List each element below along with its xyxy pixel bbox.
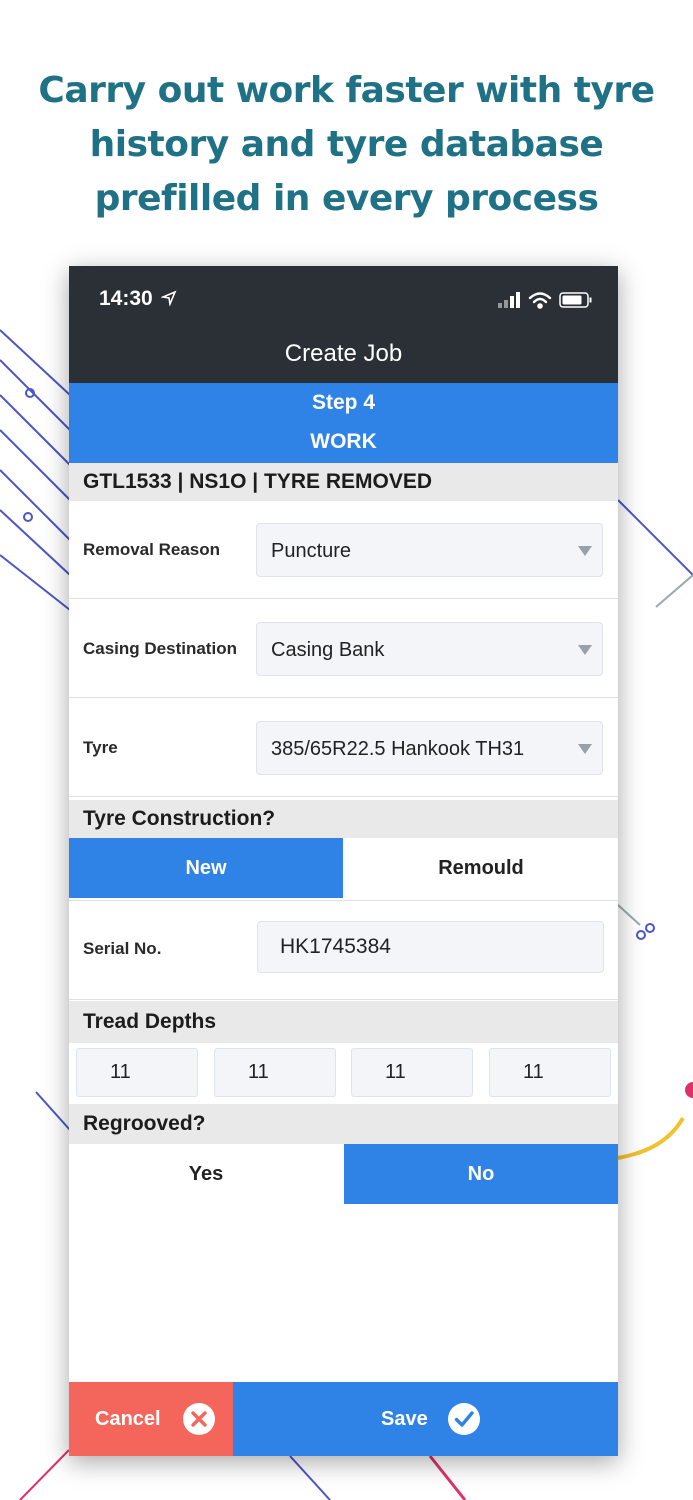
- casing-destination-label: Casing Destination: [83, 639, 237, 658]
- tread-depth-input-4[interactable]: 11: [489, 1048, 611, 1097]
- removal-reason-row: Removal Reason Puncture: [69, 501, 618, 599]
- job-header: GTL1533 | NS1O | TYRE REMOVED: [69, 463, 618, 501]
- tyre-construction-toggle: New Remould: [69, 838, 618, 898]
- regrooved-yes-button[interactable]: Yes: [69, 1144, 343, 1204]
- nav-bar: Create Job: [69, 332, 618, 384]
- construction-remould-button[interactable]: Remould: [344, 838, 618, 898]
- save-label: Save: [381, 1408, 428, 1430]
- status-icons: [498, 292, 592, 309]
- step-indicator: Step 4 WORK: [69, 383, 618, 463]
- removal-reason-label: Removal Reason: [83, 540, 220, 559]
- tyre-row: Tyre 385/65R22.5 Hankook TH31: [69, 699, 618, 797]
- casing-destination-select[interactable]: Casing Bank: [256, 622, 603, 676]
- removal-reason-value: Puncture: [271, 540, 352, 562]
- tyre-label: Tyre: [83, 738, 118, 757]
- casing-destination-value: Casing Bank: [271, 639, 385, 661]
- headline-line-2: history and tyre database: [89, 124, 604, 165]
- cancel-button[interactable]: Cancel: [69, 1382, 233, 1456]
- tread-depths-row: 11 11 11 11: [69, 1043, 618, 1103]
- status-bar: 14:30: [69, 266, 618, 332]
- cellular-signal-icon: [498, 292, 520, 308]
- tyre-select[interactable]: 385/65R22.5 Hankook TH31: [256, 721, 603, 775]
- cancel-label: Cancel: [95, 1408, 161, 1430]
- page-title: Create Job: [284, 340, 403, 367]
- dropdown-caret-icon: [578, 645, 592, 655]
- save-button[interactable]: Save: [233, 1382, 618, 1456]
- serial-input[interactable]: HK1745384: [257, 921, 604, 973]
- headline-line-3: prefilled in every process: [94, 178, 599, 219]
- tread-depth-input-1[interactable]: 11: [76, 1048, 198, 1097]
- headline-line-1: Carry out work faster with tyre: [38, 70, 655, 111]
- close-circle-icon: [183, 1403, 215, 1435]
- location-arrow-icon: [161, 290, 177, 306]
- phone-screen: 14:30 Create Job Step 4 WORK GTL1533 | N…: [69, 266, 618, 1456]
- construction-new-button[interactable]: New: [69, 838, 343, 898]
- dropdown-caret-icon: [578, 744, 592, 754]
- tyre-construction-heading: Tyre Construction?: [69, 800, 618, 838]
- tread-depths-heading: Tread Depths: [69, 1001, 618, 1043]
- regrooved-heading: Regrooved?: [69, 1104, 618, 1144]
- check-circle-icon: [448, 1403, 480, 1435]
- dropdown-caret-icon: [578, 546, 592, 556]
- status-time: 14:30: [99, 287, 153, 310]
- regrooved-no-button[interactable]: No: [344, 1144, 618, 1204]
- wifi-icon: [528, 292, 552, 309]
- tread-depth-input-3[interactable]: 11: [351, 1048, 473, 1097]
- battery-icon: [559, 292, 592, 308]
- footer-actions: Cancel Save: [69, 1382, 618, 1456]
- serial-row: Serial No. HK1745384: [69, 900, 618, 1000]
- headline: Carry out work faster with tyre history …: [0, 64, 693, 226]
- tyre-value: 385/65R22.5 Hankook TH31: [271, 738, 525, 760]
- tread-depth-input-2[interactable]: 11: [214, 1048, 336, 1097]
- casing-destination-row: Casing Destination Casing Bank: [69, 600, 618, 698]
- step-number: Step 4: [311, 391, 376, 414]
- regrooved-toggle: Yes No: [69, 1144, 618, 1204]
- serial-label: Serial No.: [83, 939, 162, 958]
- step-title: WORK: [310, 430, 377, 453]
- removal-reason-select[interactable]: Puncture: [256, 523, 603, 577]
